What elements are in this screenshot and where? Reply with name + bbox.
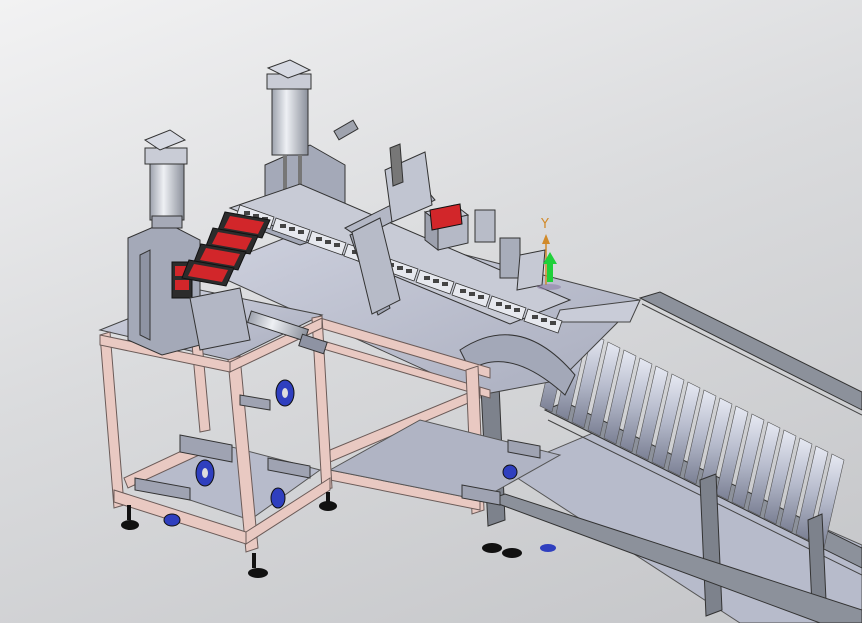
fixture-slot [496,302,502,306]
fixture-slot [541,318,547,322]
fixture-slot [478,295,484,299]
fixture-slot [280,224,286,228]
fixture-slot [316,237,322,241]
fixture-slot [532,315,538,319]
fixture-slot [397,266,403,270]
fixture-slot [244,211,250,215]
press-unit-left [127,129,201,356]
conveyor-feet [482,543,556,558]
fixture-slot [424,276,430,280]
assembly-model[interactable] [0,0,862,623]
fixture-slot [325,240,331,244]
y-axis-label: Y [541,217,549,232]
fixture-slot [505,305,511,309]
fixture-slot [514,308,520,312]
fixture-slot [406,269,412,273]
fixture-slot [298,230,304,234]
gate-plate [516,249,546,291]
fixture-slot [289,227,295,231]
fixture-slot [460,289,466,293]
fixture-slot [433,279,439,283]
fixture-slot [442,282,448,286]
fixture-slot [334,243,340,247]
fixture-slot [550,321,556,325]
cad-viewport[interactable]: Y [0,0,862,623]
fixture-slot [469,292,475,296]
